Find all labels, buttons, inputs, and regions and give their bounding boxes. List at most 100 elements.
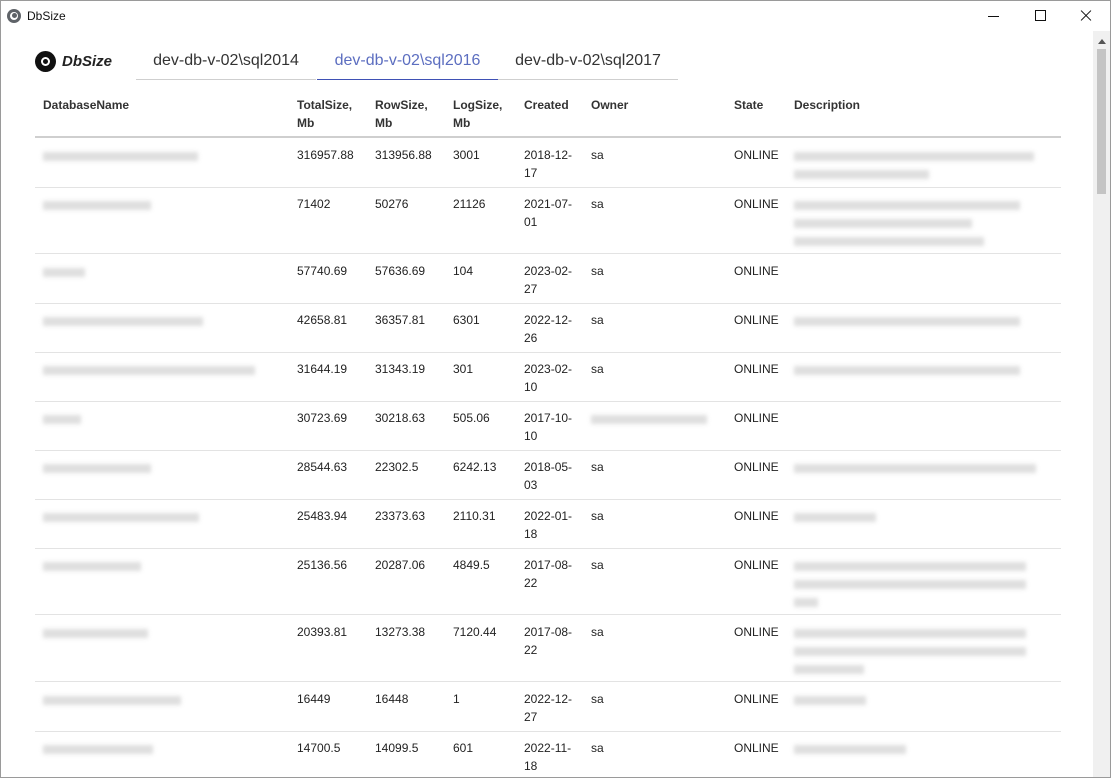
row-size: 14099.5 bbox=[375, 741, 419, 755]
blurred-database-name bbox=[43, 152, 198, 161]
table-row[interactable]: 71402 50276 21126 2021-07- 01 sa ONLINE bbox=[35, 187, 1061, 254]
maximize-button[interactable] bbox=[1017, 1, 1063, 31]
tab-sql2017[interactable]: dev-db-v-02\sql2017 bbox=[498, 39, 678, 80]
blurred-database-name bbox=[43, 696, 181, 705]
blurred-description-line bbox=[794, 366, 1020, 375]
blurred-description-line bbox=[794, 580, 1026, 589]
header-logsize[interactable]: LogSize, Mb bbox=[453, 96, 523, 132]
total-size: 42658.81 bbox=[297, 313, 348, 327]
table-row[interactable]: 20393.81 13273.38 7120.44 2017-08- 22 sa… bbox=[35, 615, 1061, 682]
row-size: 31343.19 bbox=[375, 362, 426, 376]
row-size: 20287.06 bbox=[375, 558, 426, 572]
owner: sa bbox=[591, 148, 604, 162]
created-date: 2017-08- 22 bbox=[524, 558, 573, 590]
log-size: 601 bbox=[453, 741, 474, 755]
table-row[interactable]: 316957.88 313956.88 3001 2018-12- 17 sa … bbox=[35, 138, 1061, 188]
state: ONLINE bbox=[734, 264, 779, 278]
total-size: 30723.69 bbox=[297, 411, 348, 425]
row-size: 13273.38 bbox=[375, 625, 426, 639]
state: ONLINE bbox=[734, 558, 779, 572]
created-date: 2018-05- 03 bbox=[524, 460, 573, 492]
vertical-scrollbar[interactable] bbox=[1093, 31, 1110, 777]
table-row[interactable]: 42658.81 36357.81 6301 2022-12- 26 sa ON… bbox=[35, 303, 1061, 353]
table-row[interactable]: 25136.56 20287.06 4849.5 2017-08- 22 sa … bbox=[35, 548, 1061, 615]
blurred-description-line bbox=[794, 513, 876, 522]
log-size: 3001 bbox=[453, 148, 480, 162]
blurred-database-name bbox=[43, 201, 151, 210]
main-content: DbSize dev-db-v-02\sql2014 dev-db-v-02\s… bbox=[1, 31, 1093, 777]
header-owner[interactable]: Owner bbox=[591, 96, 661, 114]
table-header: DatabaseName TotalSize, Mb RowSize, Mb L… bbox=[35, 88, 1061, 138]
blurred-database-name bbox=[43, 268, 85, 277]
created-date: 2017-10- 10 bbox=[524, 411, 573, 443]
blurred-database-name bbox=[43, 464, 151, 473]
header-description[interactable]: Description bbox=[794, 96, 914, 114]
blurred-description-line bbox=[794, 237, 984, 246]
total-size: 20393.81 bbox=[297, 625, 348, 639]
table-row[interactable]: 30723.69 30218.63 505.06 2017-10- 10 ONL… bbox=[35, 401, 1061, 451]
total-size: 316957.88 bbox=[297, 148, 354, 162]
log-size: 301 bbox=[453, 362, 474, 376]
total-size: 57740.69 bbox=[297, 264, 348, 278]
blurred-description-line bbox=[794, 665, 864, 674]
table-row[interactable]: 57740.69 57636.69 104 2023-02- 27 sa ONL… bbox=[35, 254, 1061, 304]
blurred-database-name bbox=[43, 317, 203, 326]
total-size: 31644.19 bbox=[297, 362, 348, 376]
state: ONLINE bbox=[734, 313, 779, 327]
log-size: 104 bbox=[453, 264, 474, 278]
table-row[interactable]: 28544.63 22302.5 6242.13 2018-05- 03 sa … bbox=[35, 450, 1061, 500]
minimize-button[interactable] bbox=[971, 1, 1017, 31]
header-databasename[interactable]: DatabaseName bbox=[43, 96, 203, 114]
log-size: 2110.31 bbox=[453, 509, 496, 523]
tab-sql2016[interactable]: dev-db-v-02\sql2016 bbox=[317, 39, 498, 80]
created-date: 2023-02- 27 bbox=[524, 264, 573, 296]
blurred-description-line bbox=[794, 152, 1034, 161]
state: ONLINE bbox=[734, 148, 779, 162]
owner: sa bbox=[591, 625, 604, 639]
header-state[interactable]: State bbox=[734, 96, 794, 114]
minimize-icon bbox=[988, 16, 999, 17]
table-row[interactable]: 25483.94 23373.63 2110.31 2022-01- 18 sa… bbox=[35, 499, 1061, 549]
created-date: 2022-01- 18 bbox=[524, 509, 573, 541]
blurred-database-name bbox=[43, 745, 153, 754]
created-date: 2022-11- 18 bbox=[524, 741, 572, 773]
blurred-description-line bbox=[794, 562, 1026, 571]
log-size: 1 bbox=[453, 692, 460, 706]
table-row[interactable]: 16449 16448 1 2022-12- 27 sa ONLINE bbox=[35, 682, 1061, 732]
table-row[interactable]: 31644.19 31343.19 301 2023-02- 10 sa ONL… bbox=[35, 352, 1061, 402]
github-icon bbox=[35, 51, 56, 72]
log-size: 4849.5 bbox=[453, 558, 490, 572]
total-size: 14700.5 bbox=[297, 741, 341, 755]
row-size: 36357.81 bbox=[375, 313, 426, 327]
created-date: 2018-12- 17 bbox=[524, 148, 573, 180]
owner: sa bbox=[591, 362, 604, 376]
blurred-description-line bbox=[794, 317, 1020, 326]
blurred-description-line bbox=[794, 170, 929, 179]
table-row[interactable]: 14700.5 14099.5 601 2022-11- 18 sa ONLIN… bbox=[35, 731, 1061, 777]
state: ONLINE bbox=[734, 362, 779, 376]
state: ONLINE bbox=[734, 692, 779, 706]
row-size: 313956.88 bbox=[375, 148, 432, 162]
owner: sa bbox=[591, 264, 604, 278]
log-size: 6301 bbox=[453, 313, 480, 327]
total-size: 28544.63 bbox=[297, 460, 348, 474]
log-size: 21126 bbox=[453, 197, 486, 211]
close-button[interactable] bbox=[1063, 1, 1109, 31]
header-created[interactable]: Created bbox=[524, 96, 584, 114]
created-date: 2022-12- 26 bbox=[524, 313, 573, 345]
state: ONLINE bbox=[734, 197, 779, 211]
owner: sa bbox=[591, 692, 604, 706]
total-size: 71402 bbox=[297, 197, 331, 211]
owner: sa bbox=[591, 197, 604, 211]
globe-icon bbox=[7, 9, 21, 23]
owner: sa bbox=[591, 558, 604, 572]
scroll-up-icon[interactable] bbox=[1098, 39, 1106, 44]
row-size: 16448 bbox=[375, 692, 409, 706]
owner: sa bbox=[591, 509, 604, 523]
blurred-database-name bbox=[43, 562, 141, 571]
scroll-thumb[interactable] bbox=[1097, 49, 1106, 194]
window-titlebar[interactable]: DbSize bbox=[1, 1, 1110, 31]
header-rowsize[interactable]: RowSize, Mb bbox=[375, 96, 445, 132]
header-totalsize[interactable]: TotalSize, Mb bbox=[297, 96, 367, 132]
tab-sql2014[interactable]: dev-db-v-02\sql2014 bbox=[136, 39, 316, 80]
